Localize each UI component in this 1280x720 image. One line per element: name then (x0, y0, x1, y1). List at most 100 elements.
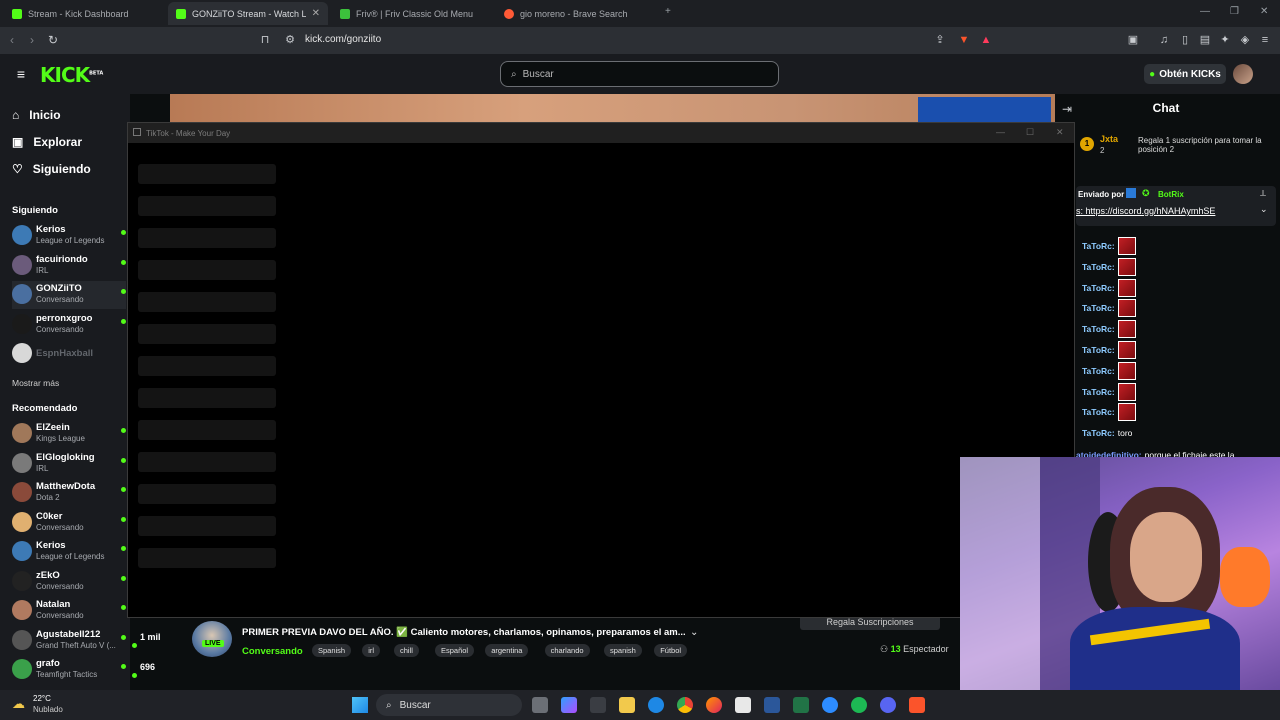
stream-category[interactable]: Conversando (242, 646, 303, 657)
browser-tab-brave-search[interactable]: gio moreno - Brave Search (496, 2, 656, 25)
brave-shields-icon[interactable]: ▼ (957, 33, 971, 47)
chrome-icon[interactable] (677, 697, 693, 713)
sidebar-channel-following[interactable]: EspnHaxball (12, 340, 126, 368)
hamburger-menu-icon[interactable]: ≡ (14, 67, 28, 81)
stream-tag[interactable]: Fútbol (654, 644, 688, 657)
sidebar-channel-recommended[interactable]: Natalan Conversando (12, 597, 126, 625)
chevron-down-icon[interactable]: ⌄ (690, 627, 698, 638)
browser-tab-gonziito[interactable]: GONZiiTO Stream - Watch Live o ✕ (168, 2, 328, 25)
wallet-icon[interactable]: ▤ (1198, 33, 1212, 47)
show-more-link[interactable]: Mostrar más (12, 378, 59, 388)
site-info-icon[interactable]: ⚙ (283, 33, 297, 47)
chat-username[interactable]: TaToRc: (1082, 345, 1115, 355)
file-explorer-icon[interactable] (619, 697, 635, 713)
stream-tag[interactable]: spanish (604, 644, 642, 657)
discord-link[interactable]: s: https://discord.gg/hNAHAymhSE (1076, 206, 1215, 216)
close-window-icon[interactable]: ✕ (1056, 127, 1064, 138)
extensions-icon[interactable]: ✦ (1218, 33, 1232, 47)
store-icon[interactable] (735, 697, 751, 713)
chat-username[interactable]: TaToRc: (1082, 324, 1115, 334)
chat-username[interactable]: TaToRc: (1082, 241, 1115, 251)
chat-username[interactable]: TaToRc: (1082, 366, 1115, 376)
sidebar-channel-recommended[interactable]: ElGlogloking IRL (12, 450, 126, 478)
channel-category: IRL (36, 265, 49, 275)
chat-username[interactable]: TaToRc: (1082, 262, 1115, 272)
sidebar-channel-recommended[interactable]: C0ker Conversando (12, 509, 126, 537)
nav-inicio[interactable]: ⌂ Inicio (12, 108, 61, 122)
sidebar-channel-recommended[interactable]: zEkO Conversando (12, 568, 126, 596)
bookmark-icon[interactable]: ⊓ (258, 33, 272, 47)
edge-icon[interactable] (648, 697, 664, 713)
nav-explorar[interactable]: ▣ Explorar (12, 135, 82, 149)
brave-rewards-icon[interactable]: ▲ (979, 33, 993, 47)
chat-username[interactable]: TaToRc: (1082, 428, 1115, 438)
sidebar-channel-recommended[interactable]: ElZeein Kings League (12, 420, 126, 448)
sidebar-channel-following[interactable]: GONZiiTO Conversando (12, 281, 126, 309)
stream-tag[interactable]: Español (435, 644, 475, 657)
sidebar-channel-recommended[interactable]: Kerios League of Legends (12, 538, 126, 566)
chat-username[interactable]: TaToRc: (1082, 387, 1115, 397)
obs-icon[interactable] (590, 697, 606, 713)
maximize-window-icon[interactable]: ❐ (1230, 6, 1239, 17)
stream-tag[interactable]: irl (362, 644, 381, 657)
media-icon[interactable]: ♫ (1157, 33, 1171, 47)
task-view-icon[interactable] (532, 697, 548, 713)
sidebar-channel-recommended[interactable]: MatthewDota Dota 2 (12, 479, 126, 507)
excel-icon[interactable] (793, 697, 809, 713)
weather-icon[interactable]: ☁ (12, 696, 25, 712)
unpin-icon[interactable]: ⟂ (1260, 188, 1266, 199)
new-tab-icon[interactable]: + (665, 6, 671, 17)
vpn-icon[interactable]: ◈ (1238, 33, 1252, 47)
collapse-chat-icon[interactable]: ⇥ (1060, 102, 1074, 116)
taskbar-search[interactable]: ⌕ Buscar (376, 694, 522, 716)
pinned-message[interactable]: Enviado por ✪ BotRix ⟂ s: https://discor… (1076, 186, 1276, 226)
windows-start-icon[interactable] (352, 697, 368, 713)
stream-tag[interactable]: argentina (485, 644, 529, 657)
browser-tab-friv[interactable]: Friv® | Friv Classic Old Menu (332, 2, 492, 25)
sidebar-channel-following[interactable]: Kerios League of Legends (12, 222, 126, 250)
sub-leaderboard-banner[interactable]: 1 Jxta 2 Regala 1 suscripción para tomar… (1076, 134, 1280, 164)
screenshot-icon[interactable]: ▣ (1126, 33, 1140, 47)
sidebar-toggle-icon[interactable]: ▯ (1178, 33, 1192, 47)
spotify-icon[interactable] (851, 697, 867, 713)
stream-tag[interactable]: charlando (544, 644, 590, 657)
zoom-icon[interactable] (822, 697, 838, 713)
search-input[interactable]: ⌕ Buscar (500, 61, 779, 87)
sidebar-channel-recommended[interactable]: Agustabell212 Grand Theft Auto V (... (12, 627, 126, 655)
forward-icon[interactable]: › (30, 33, 34, 47)
word-icon[interactable] (764, 697, 780, 713)
url-field[interactable]: kick.com/gonziito (305, 34, 381, 45)
weather-temperature[interactable]: 22°C (33, 694, 51, 703)
minimize-window-icon[interactable]: — (996, 127, 1005, 137)
close-window-icon[interactable]: ✕ (1260, 6, 1268, 17)
menu-icon[interactable]: ≡ (1258, 33, 1272, 47)
share-icon[interactable]: ⇪ (933, 33, 947, 47)
tiktok-window[interactable]: TikTok - Make Your Day — ☐ ✕ (127, 122, 1075, 618)
discord-icon[interactable] (880, 697, 896, 713)
back-icon[interactable]: ‹ (10, 33, 14, 47)
streamer-avatar[interactable] (192, 621, 232, 657)
browser-tab-kick-dashboard[interactable]: Stream - Kick Dashboard (4, 2, 164, 25)
stream-tag[interactable]: chill (394, 644, 419, 657)
chat-username[interactable]: TaToRc: (1082, 283, 1115, 293)
tiktok-titlebar[interactable]: TikTok - Make Your Day — ☐ ✕ (128, 123, 1074, 143)
close-tab-icon[interactable]: ✕ (312, 8, 320, 19)
get-kicks-button[interactable]: ● Obtén KICKs (1144, 64, 1226, 84)
sidebar-channel-recommended[interactable]: grafo Teamfight Tactics (12, 656, 126, 684)
firefox-icon[interactable] (706, 697, 722, 713)
stream-tag[interactable]: Spanish (312, 644, 352, 657)
sidebar-channel-following[interactable]: facuiriondo IRL (12, 252, 126, 280)
reload-icon[interactable]: ↻ (48, 33, 58, 47)
chat-username[interactable]: TaToRc: (1082, 303, 1115, 313)
sidebar-channel-following[interactable]: perronxgroo Conversando (12, 311, 126, 339)
chevron-down-icon[interactable]: ⌄ (1260, 204, 1268, 215)
minimize-window-icon[interactable]: — (1200, 6, 1210, 17)
copilot-icon[interactable] (561, 697, 577, 713)
maximize-window-icon[interactable]: ☐ (1026, 127, 1034, 138)
weather-description[interactable]: Nublado (33, 705, 63, 714)
kick-logo[interactable]: KICKBETA (40, 63, 103, 87)
chat-username[interactable]: TaToRc: (1082, 407, 1115, 417)
user-avatar[interactable] (1233, 64, 1253, 84)
brave-icon[interactable] (909, 697, 925, 713)
nav-siguiendo[interactable]: ♡ Siguiendo (12, 162, 91, 176)
